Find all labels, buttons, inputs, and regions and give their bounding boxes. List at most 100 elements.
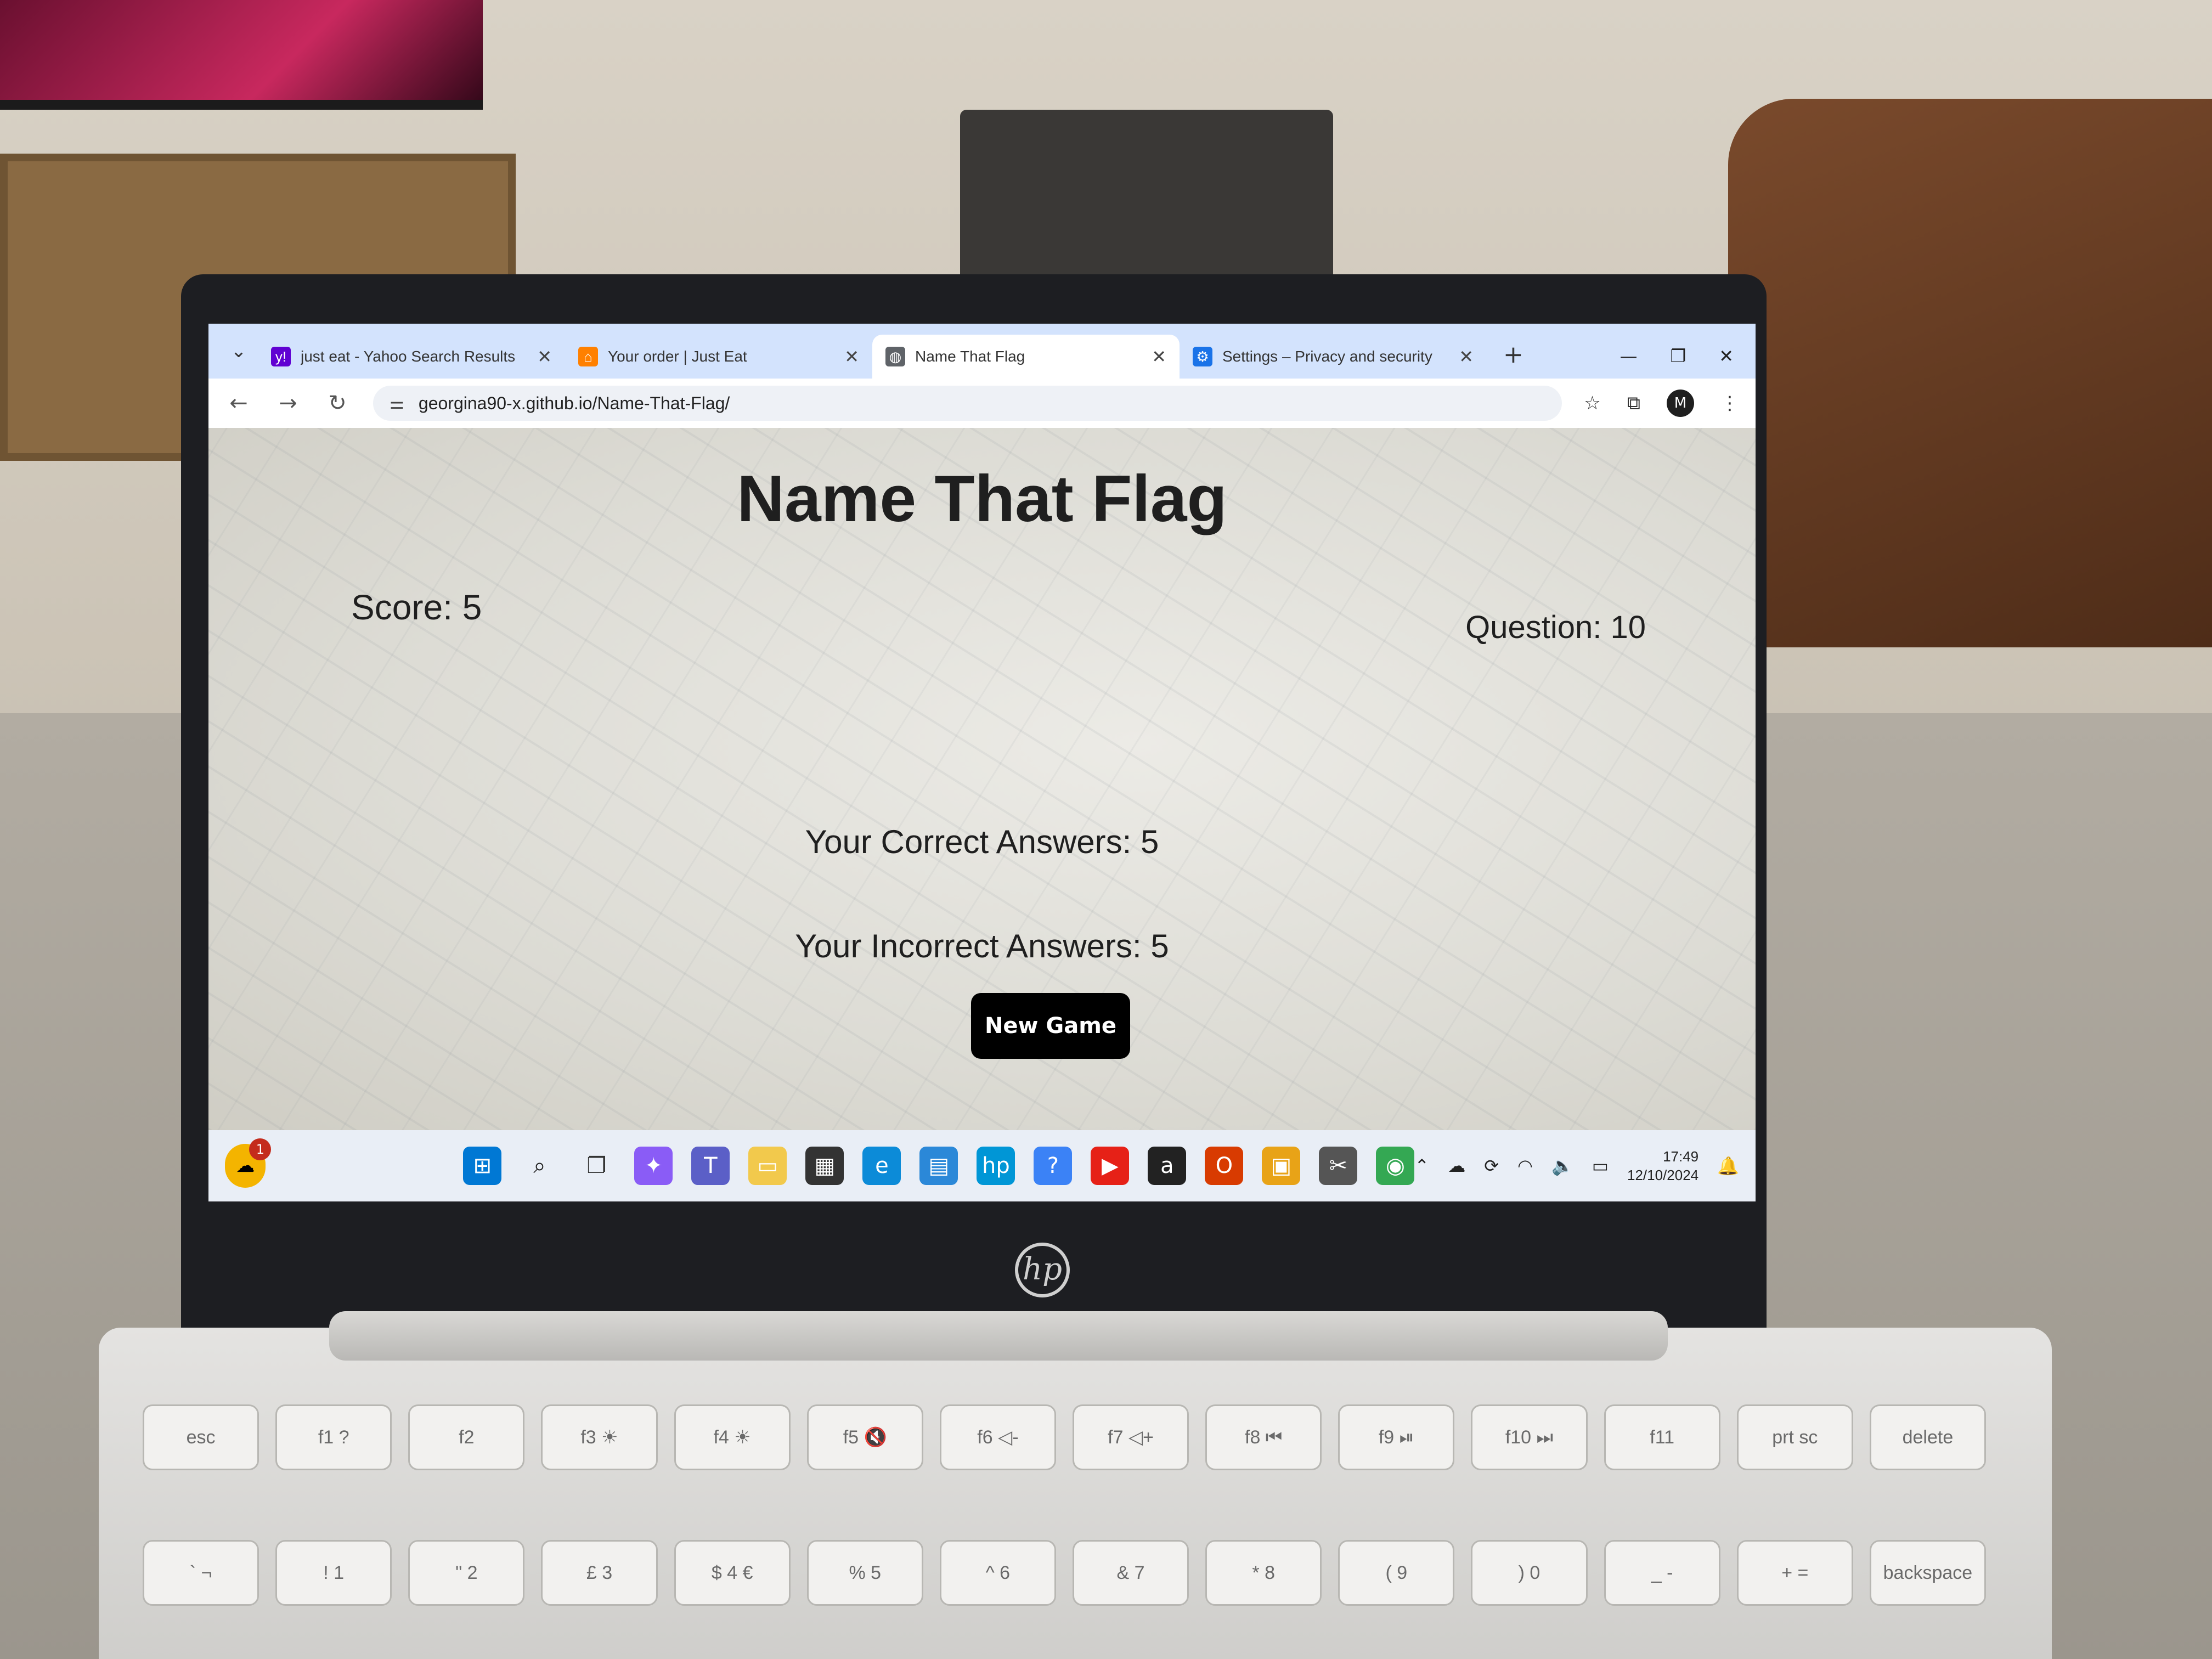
office-icon[interactable]: O: [1205, 1147, 1244, 1185]
tab-label: Settings – Privacy and security: [1222, 348, 1432, 365]
key[interactable]: ^ 6: [939, 1540, 1056, 1606]
menu-kebab-icon[interactable]: ⋮: [1720, 392, 1739, 414]
site-info-icon[interactable]: ⚌: [390, 394, 404, 413]
key[interactable]: % 5: [806, 1540, 923, 1606]
windows-start-icon[interactable]: ⊞: [463, 1147, 502, 1185]
myhp-icon[interactable]: hp: [977, 1147, 1015, 1185]
key[interactable]: esc: [143, 1404, 259, 1470]
tab-just-eat-order[interactable]: ⌂ Your order | Just Eat ✕: [565, 335, 872, 379]
snipping-tool-icon[interactable]: ✂: [1319, 1147, 1358, 1185]
system-tray: ⌃ ☁ ⟳ ◠ 🔈 ▭ 17:49 12/10/2024 🔔: [1414, 1147, 1739, 1184]
key[interactable]: f8 ⏮: [1205, 1404, 1322, 1470]
chevron-up-icon[interactable]: ⌃: [1414, 1155, 1429, 1176]
wifi-icon[interactable]: ◠: [1517, 1155, 1533, 1176]
help-icon[interactable]: ?: [1034, 1147, 1073, 1185]
chrome-icon[interactable]: ◉: [1376, 1147, 1415, 1185]
key[interactable]: " 2: [408, 1540, 525, 1606]
settings-gear-icon: ⚙: [1193, 347, 1212, 366]
restore-icon[interactable]: ❐: [1671, 346, 1686, 366]
question-counter: Question: 10: [1465, 610, 1646, 645]
hp-logo: hp: [1015, 1243, 1070, 1297]
globe-icon: ◍: [885, 347, 905, 366]
reload-icon[interactable]: ↻: [324, 391, 351, 416]
bookmark-star-icon[interactable]: ☆: [1584, 392, 1600, 414]
battery-icon[interactable]: ▭: [1592, 1155, 1609, 1176]
onedrive-cloud-icon[interactable]: ☁: [1448, 1155, 1465, 1176]
forward-arrow-icon[interactable]: →: [274, 391, 302, 416]
key[interactable]: f4 ☀: [674, 1404, 791, 1470]
copilot-icon[interactable]: ✦: [634, 1147, 673, 1185]
key[interactable]: prt sc: [1736, 1404, 1853, 1470]
profile-avatar[interactable]: M: [1667, 390, 1694, 417]
volume-icon[interactable]: 🔈: [1551, 1155, 1573, 1176]
key[interactable]: f9 ⏯: [1338, 1404, 1455, 1470]
key[interactable]: ! 1: [275, 1540, 392, 1606]
key[interactable]: f6 ◁-: [939, 1404, 1056, 1470]
incorrect-answers-count: Your Incorrect Answers: 5: [795, 928, 1169, 964]
key[interactable]: ( 9: [1338, 1540, 1455, 1606]
minimize-icon[interactable]: —: [1620, 346, 1638, 366]
just-eat-icon: ⌂: [578, 347, 598, 366]
key[interactable]: $ 4 €: [674, 1540, 791, 1606]
key[interactable]: delete: [1869, 1404, 1986, 1470]
key[interactable]: _ -: [1604, 1540, 1720, 1606]
key[interactable]: f3 ☀: [541, 1404, 658, 1470]
score-display: Score: 5: [351, 588, 482, 627]
toolbar-actions: ☆ ⧉ M ⋮: [1584, 390, 1739, 417]
windows-taskbar: ☁ 1 ⊞ ⌕ ❐ ✦ T ▭ ▦ e ▤ hp ? ▶ a O ▣ ✂ ◉ ⌃…: [208, 1130, 1756, 1201]
key[interactable]: + =: [1736, 1540, 1853, 1606]
close-icon[interactable]: ✕: [1459, 346, 1474, 367]
close-icon[interactable]: ✕: [844, 346, 859, 367]
key[interactable]: ` ¬: [143, 1540, 259, 1606]
page-title: Name That Flag: [737, 462, 1227, 535]
key[interactable]: f7 ◁+: [1072, 1404, 1189, 1470]
task-view-icon[interactable]: ❐: [577, 1147, 616, 1185]
key[interactable]: * 8: [1205, 1540, 1322, 1606]
window-close-icon[interactable]: ✕: [1719, 346, 1734, 366]
key[interactable]: & 7: [1072, 1540, 1189, 1606]
window-controls: — ❐ ✕: [1620, 346, 1756, 366]
teams-icon[interactable]: T: [691, 1147, 730, 1185]
notification-bell-icon[interactable]: 🔔: [1717, 1155, 1739, 1176]
tab-name-that-flag[interactable]: ◍ Name That Flag ✕: [872, 335, 1180, 379]
amazon-icon[interactable]: a: [1148, 1147, 1187, 1185]
key[interactable]: ) 0: [1471, 1540, 1588, 1606]
correct-answers-count: Your Correct Answers: 5: [805, 823, 1159, 860]
laptop-hinge: [329, 1311, 1668, 1361]
tab-yahoo-search[interactable]: y! just eat - Yahoo Search Results ✕: [258, 335, 565, 379]
address-bar[interactable]: ⚌ georgina90-x.github.io/Name-That-Flag/: [373, 386, 1562, 421]
youtube-icon[interactable]: ▶: [1091, 1147, 1130, 1185]
gift-icon[interactable]: ▣: [1262, 1147, 1301, 1185]
tab-label: Name That Flag: [915, 348, 1025, 365]
browser-toolbar: ← → ↻ ⚌ georgina90-x.github.io/Name-That…: [208, 379, 1756, 428]
widgets-icon[interactable]: ▦: [805, 1147, 844, 1185]
key[interactable]: £ 3: [541, 1540, 658, 1606]
key[interactable]: f10 ⏭: [1471, 1404, 1588, 1470]
weather-widget[interactable]: ☁ 1: [225, 1138, 272, 1188]
close-icon[interactable]: ✕: [1152, 346, 1166, 367]
new-game-button[interactable]: New Game: [971, 993, 1130, 1059]
laptop-screen: ⌄ y! just eat - Yahoo Search Results ✕ ⌂…: [208, 324, 1756, 1201]
tab-settings-privacy[interactable]: ⚙ Settings – Privacy and security ✕: [1180, 335, 1487, 379]
new-tab-button[interactable]: +: [1503, 341, 1523, 369]
sync-icon[interactable]: ⟳: [1484, 1155, 1499, 1176]
game-page: Name That Flag Score: 5 Question: 10 You…: [208, 428, 1756, 1130]
key[interactable]: backspace: [1869, 1540, 1986, 1606]
key[interactable]: f5 🔇: [806, 1404, 923, 1470]
yahoo-icon: y!: [271, 347, 291, 366]
tab-search-button[interactable]: ⌄: [219, 332, 258, 370]
extensions-icon[interactable]: ⧉: [1627, 392, 1640, 414]
edge-icon[interactable]: e: [862, 1147, 901, 1185]
search-icon[interactable]: ⌕: [520, 1147, 558, 1185]
url-text: georgina90-x.github.io/Name-That-Flag/: [418, 393, 730, 413]
close-icon[interactable]: ✕: [537, 346, 552, 367]
key[interactable]: f11: [1604, 1404, 1720, 1470]
tab-label: just eat - Yahoo Search Results: [301, 348, 516, 365]
browser-tab-strip: ⌄ y! just eat - Yahoo Search Results ✕ ⌂…: [208, 324, 1756, 379]
clock[interactable]: 17:49 12/10/2024: [1627, 1147, 1699, 1184]
key[interactable]: f2: [408, 1404, 525, 1470]
back-arrow-icon[interactable]: ←: [225, 391, 252, 416]
store-icon[interactable]: ▤: [919, 1147, 958, 1185]
file-explorer-icon[interactable]: ▭: [748, 1147, 787, 1185]
key[interactable]: f1 ?: [275, 1404, 392, 1470]
